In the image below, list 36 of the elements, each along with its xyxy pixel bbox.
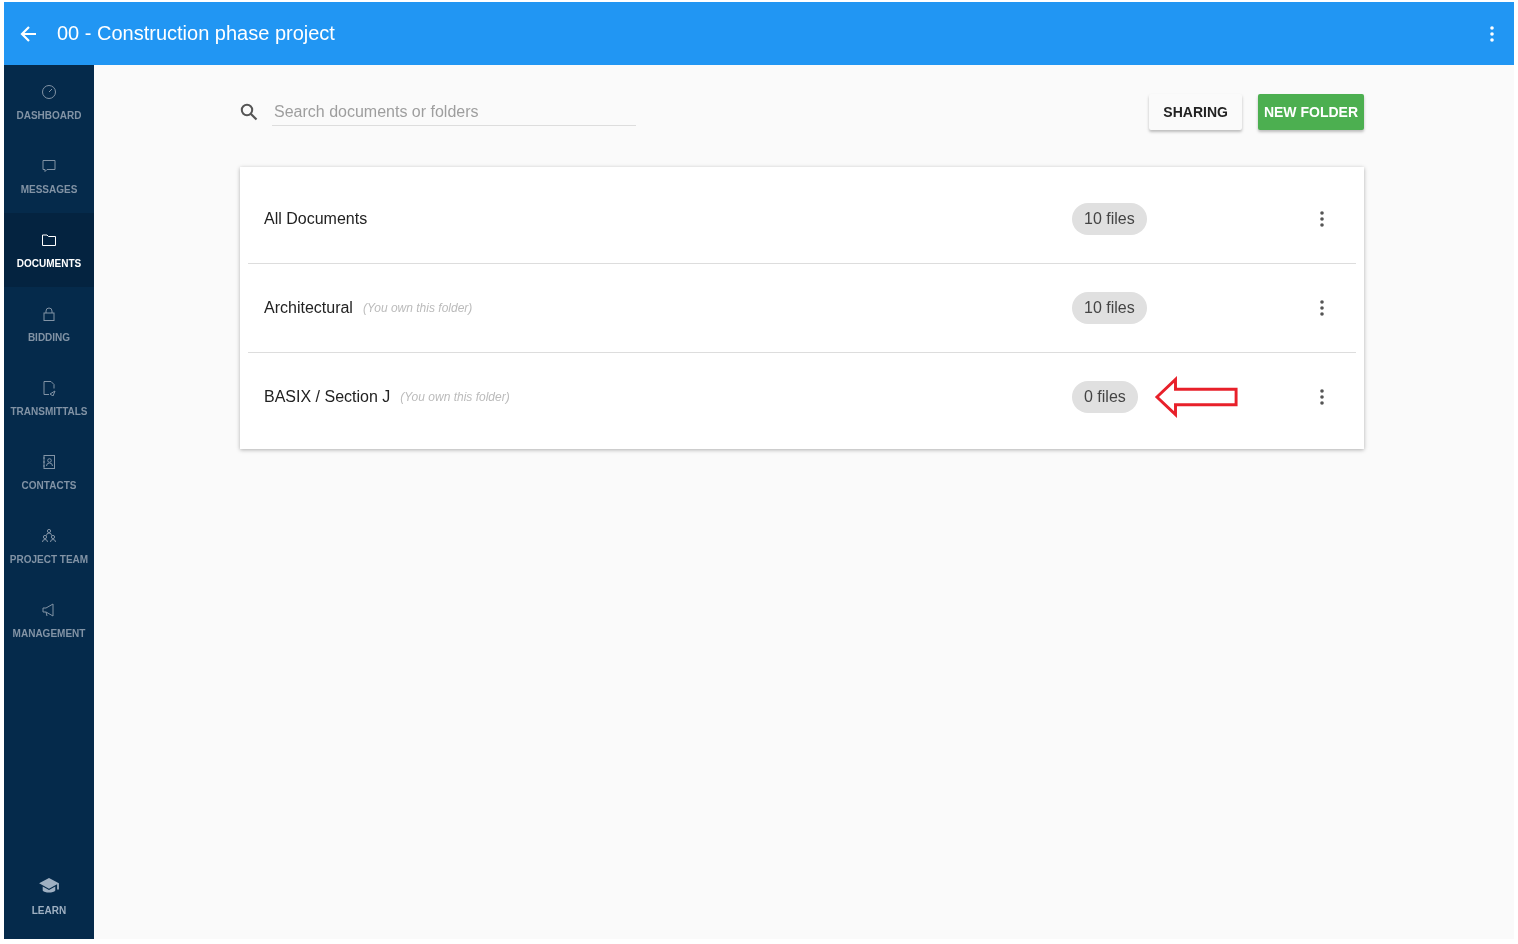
search-field[interactable]: Search documents or folders <box>272 98 636 126</box>
folder-name[interactable]: All Documents <box>264 210 368 228</box>
more-options-icon[interactable] <box>1320 211 1324 227</box>
ownership-note: (You own this folder) <box>362 301 473 315</box>
sidebar-item[interactable]: DOCUMENTS <box>4 213 94 287</box>
new-folder-button[interactable]: NEW FOLDER <box>1257 94 1364 130</box>
file-count: 10 files <box>1072 292 1147 324</box>
gauge-icon <box>41 83 57 100</box>
ownership-note: (You own this folder) <box>400 390 510 404</box>
project-title: 00 - Construction phase project <box>57 22 336 45</box>
folder-name[interactable]: BASIX / Section J <box>264 388 391 406</box>
folder-name[interactable]: Architectural <box>264 299 353 317</box>
document-send-icon <box>41 379 57 396</box>
megaphone-icon <box>41 601 57 618</box>
chat-icon <box>41 157 57 174</box>
sidebar-item[interactable]: TRANSMITTALS <box>4 361 94 435</box>
sidebar-item[interactable]: MESSAGES <box>4 139 94 213</box>
more-options-icon[interactable] <box>1490 25 1494 42</box>
file-count: 0 files <box>1072 381 1138 413</box>
sidebar-item[interactable]: LEARN <box>4 861 94 931</box>
contact-book-icon <box>41 453 57 470</box>
file-count: 10 files <box>1072 203 1147 235</box>
sidebar-item[interactable]: BIDDING <box>4 287 94 361</box>
sidebar-item[interactable]: MANAGEMENT <box>4 583 94 657</box>
more-options-icon[interactable] <box>1320 300 1324 316</box>
sharing-button[interactable]: SHARING <box>1149 94 1242 130</box>
sidebar-item[interactable]: DASHBOARD <box>4 65 94 139</box>
lock-icon <box>41 305 57 322</box>
sidebar-item[interactable]: CONTACTS <box>4 435 94 509</box>
search-icon <box>240 103 258 121</box>
more-options-icon[interactable] <box>1320 389 1324 405</box>
graduation-cap-icon <box>38 876 60 895</box>
folder-icon <box>41 231 57 248</box>
sidebar-item[interactable]: PROJECT TEAM <box>4 509 94 583</box>
back-arrow-icon[interactable] <box>19 23 39 44</box>
team-icon <box>41 527 57 544</box>
